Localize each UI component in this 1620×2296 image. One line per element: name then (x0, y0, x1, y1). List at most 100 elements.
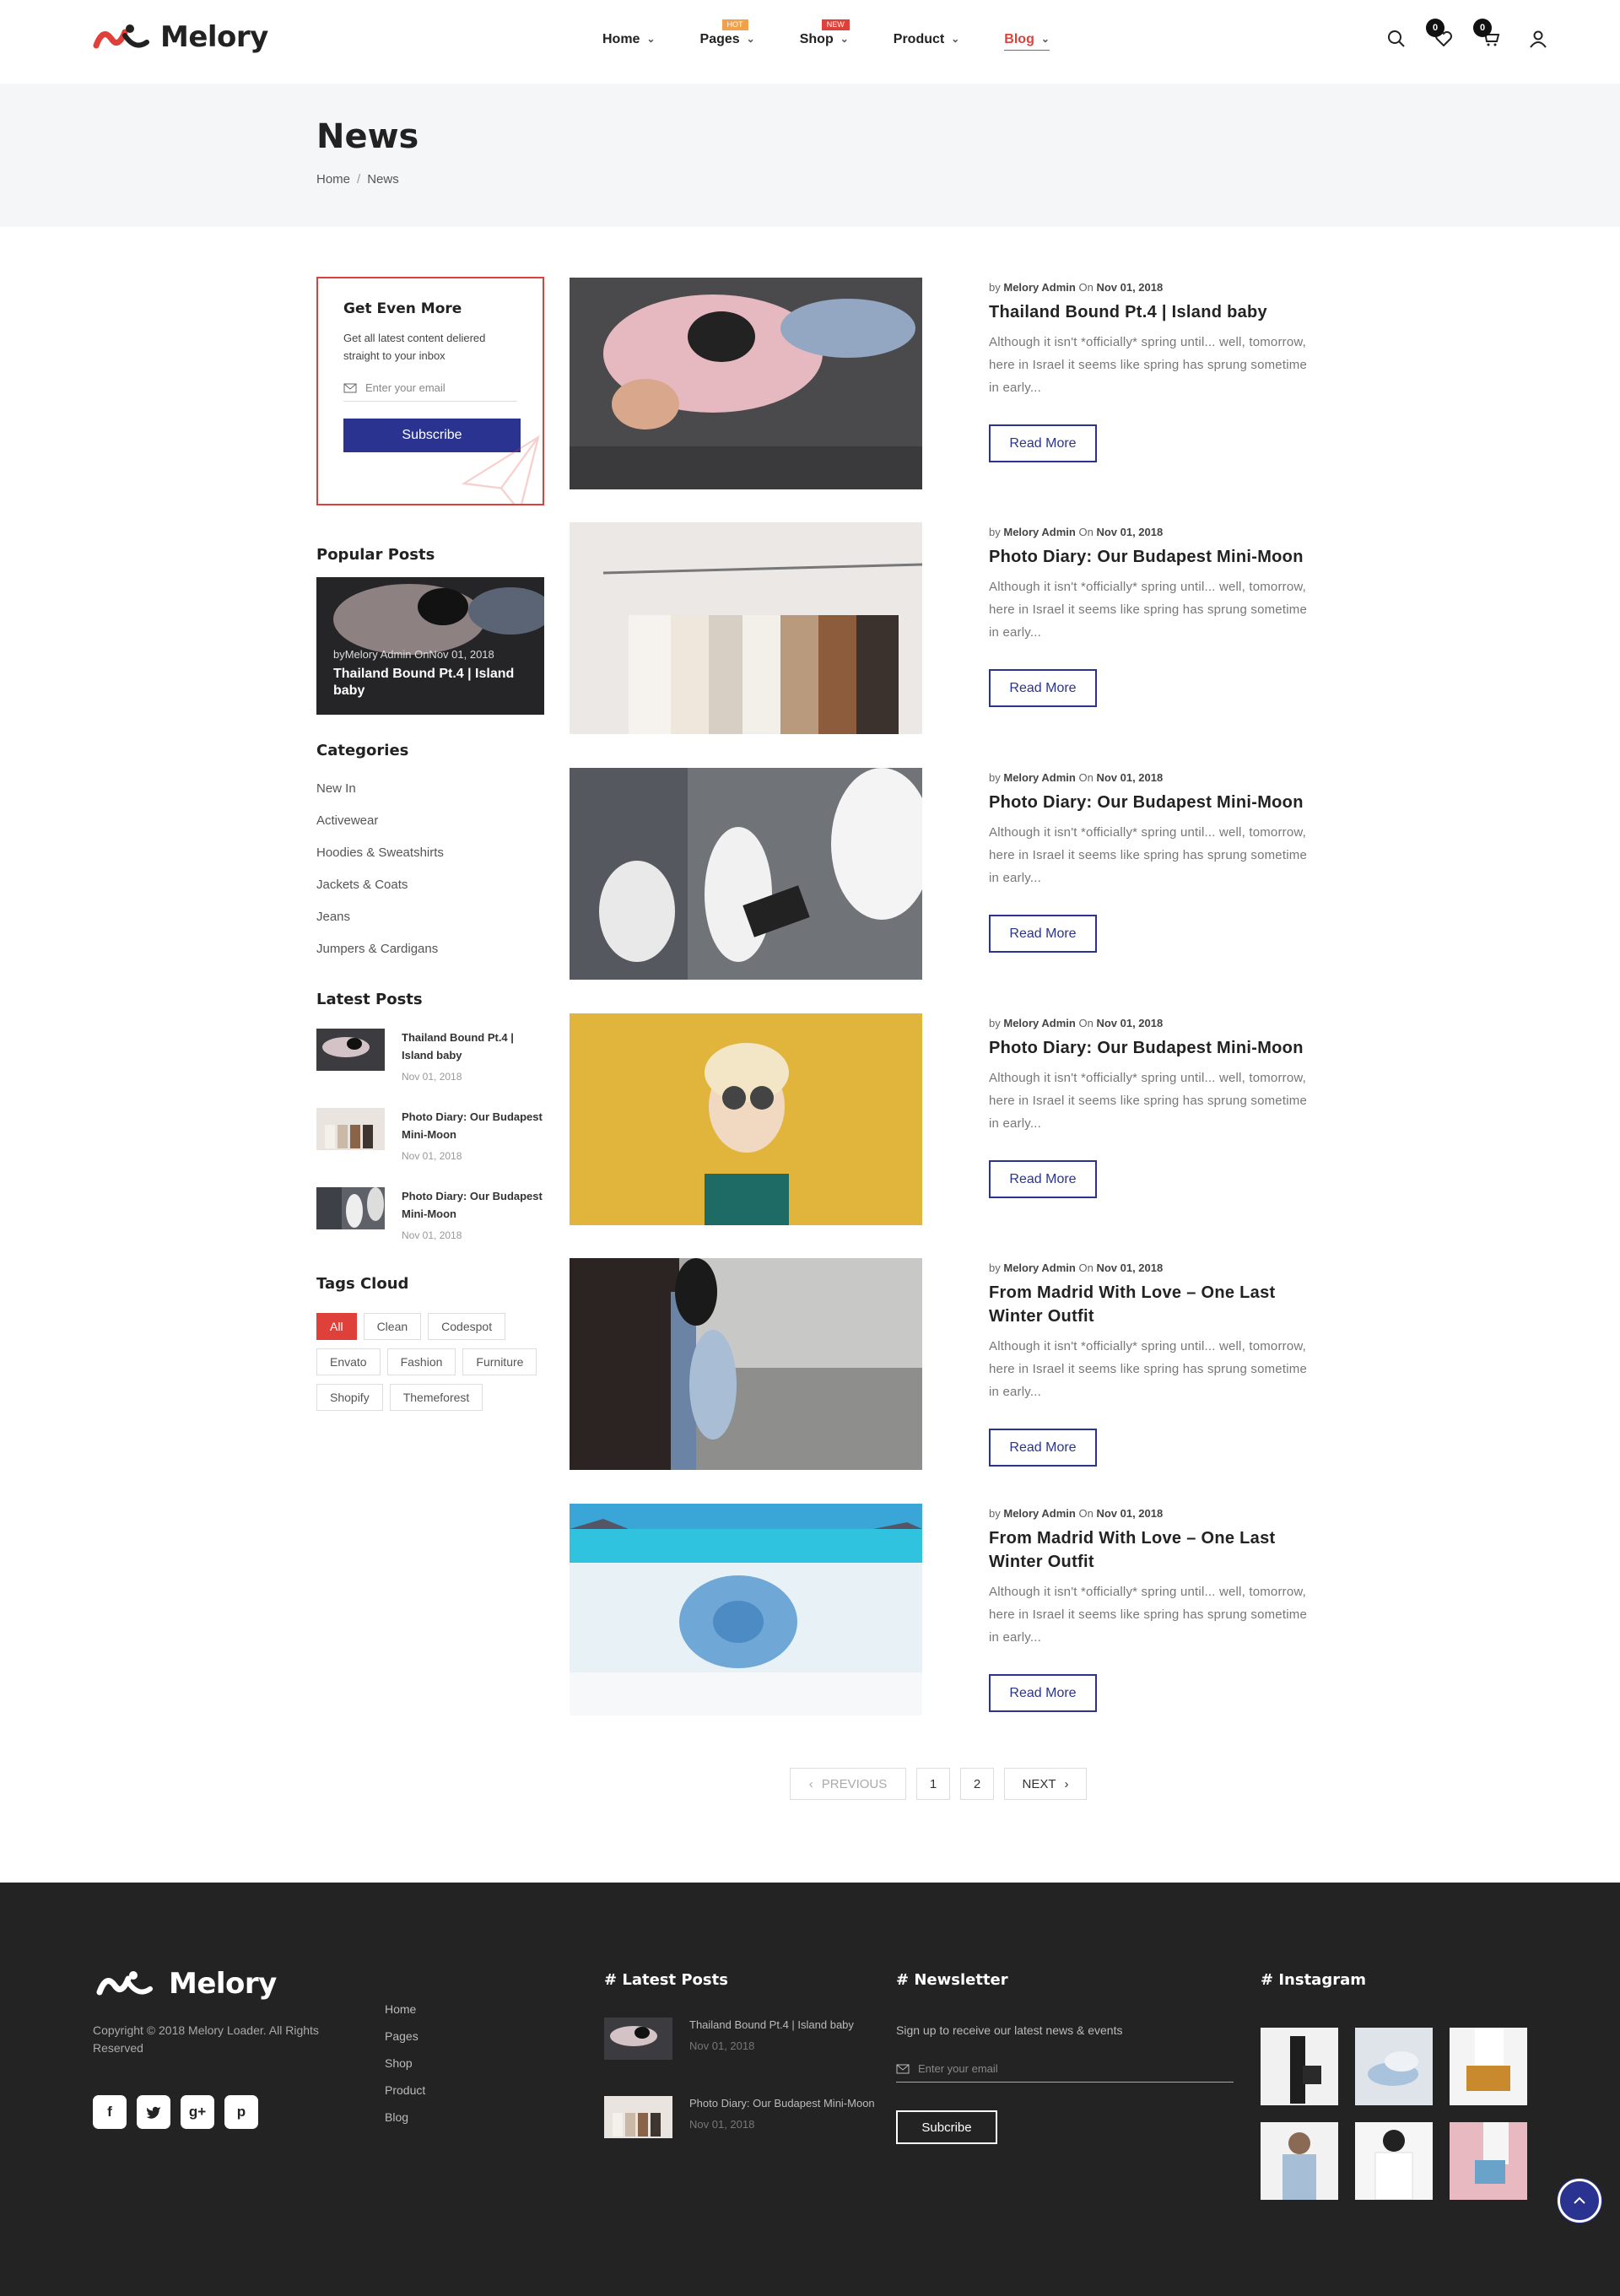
tag-item[interactable]: Envato (316, 1348, 381, 1375)
brand-logo[interactable]: Melory (93, 20, 268, 54)
footer-link[interactable]: Product (385, 2083, 425, 2110)
popular-post-title[interactable]: Thailand Bound Pt.4 | Island baby (333, 666, 527, 700)
subscribe-email-field[interactable]: Enter your email (343, 381, 517, 402)
search-button[interactable] (1384, 26, 1409, 51)
latest-post-title[interactable]: Photo Diary: Our Budapest Mini-Moon (402, 1187, 544, 1223)
nav-blog[interactable]: Blog ⌄ (1004, 32, 1050, 51)
post-author[interactable]: Melory Admin (1003, 1261, 1075, 1274)
latest-post-title[interactable]: Thailand Bound Pt.4 | Island baby (402, 1029, 544, 1064)
footer-logo[interactable]: Melory (93, 1967, 277, 2001)
tag-item[interactable]: Codespot (428, 1313, 506, 1340)
paper-plane-icon (461, 435, 540, 504)
footer-link[interactable]: Pages (385, 2029, 425, 2056)
read-more-button[interactable]: Read More (989, 424, 1097, 462)
footer-post-thumb (604, 2096, 672, 2138)
category-item[interactable]: Jeans (316, 910, 544, 942)
instagram-photo[interactable] (1261, 2122, 1338, 2200)
read-more-button[interactable]: Read More (989, 1429, 1097, 1467)
category-item[interactable]: Hoodies & Sweatshirts (316, 845, 544, 878)
post-author[interactable]: Melory Admin (1003, 771, 1075, 784)
instagram-photo[interactable] (1450, 2122, 1527, 2200)
category-item[interactable]: Jackets & Coats (316, 878, 544, 910)
blog-post: by Melory Admin On Nov 01, 2018 Photo Di… (570, 768, 1307, 980)
post-author[interactable]: Melory Admin (1003, 526, 1075, 538)
post-image[interactable] (570, 522, 922, 734)
page-number[interactable]: 2 (960, 1768, 994, 1800)
post-image[interactable] (570, 278, 922, 489)
instagram-photo[interactable] (1355, 2028, 1433, 2105)
post-image[interactable] (570, 1258, 922, 1470)
tag-item[interactable]: Fashion (386, 1348, 456, 1375)
pinterest-icon[interactable]: p (224, 2095, 258, 2129)
instagram-photo[interactable] (1261, 2028, 1338, 2105)
twitter-icon[interactable] (137, 2095, 170, 2129)
read-more-button[interactable]: Read More (989, 1160, 1097, 1198)
previous-page-button[interactable]: ‹ PREVIOUS (790, 1768, 906, 1800)
user-icon (1530, 30, 1547, 48)
chevron-down-icon: ⌄ (840, 33, 849, 45)
instagram-photo[interactable] (1355, 2122, 1433, 2200)
category-item[interactable]: New In (316, 781, 544, 813)
page-number[interactable]: 1 (916, 1768, 950, 1800)
latest-post-thumb (316, 1029, 385, 1071)
post-title[interactable]: From Madrid With Love – One Last Winter … (989, 1526, 1310, 1574)
latest-post-item[interactable]: Photo Diary: Our Budapest Mini-Moon Nov 0… (316, 1108, 544, 1162)
wishlist-button[interactable]: 0 (1426, 19, 1456, 51)
post-title[interactable]: Thailand Bound Pt.4 | Island baby (989, 300, 1310, 324)
tag-item[interactable]: Themeforest (389, 1384, 483, 1411)
read-more-button[interactable]: Read More (989, 669, 1097, 707)
google-plus-icon[interactable]: g+ (181, 2095, 214, 2129)
post-excerpt: Although it isn't *officially* spring un… (989, 1585, 1307, 1645)
post-meta: by Melory Admin On Nov 01, 2018 (989, 1017, 1310, 1029)
post-title[interactable]: Photo Diary: Our Budapest Mini-Moon (989, 545, 1310, 569)
post-image[interactable] (570, 1504, 922, 1715)
post-title[interactable]: From Madrid With Love – One Last Winter … (989, 1281, 1310, 1328)
search-icon (1388, 30, 1405, 47)
category-item[interactable]: Activewear (316, 813, 544, 845)
footer-post-title[interactable]: Thailand Bound Pt.4 | Island baby (689, 2018, 854, 2033)
read-more-button[interactable]: Read More (989, 915, 1097, 953)
footer-link[interactable]: Home (385, 2002, 425, 2029)
tag-item[interactable]: Clean (363, 1313, 422, 1340)
meta-by: by (989, 1261, 1001, 1274)
post-image[interactable] (570, 1013, 922, 1225)
latest-post-thumb (316, 1187, 385, 1229)
latest-post-item[interactable]: Photo Diary: Our Budapest Mini-Moon Nov 0… (316, 1187, 544, 1241)
footer-post-title[interactable]: Photo Diary: Our Budapest Mini-Moon (689, 2096, 875, 2111)
post-title[interactable]: Photo Diary: Our Budapest Mini-Moon (989, 791, 1310, 814)
footer-latest-post[interactable]: Thailand Bound Pt.4 | Island baby Nov 01,… (604, 2018, 883, 2060)
footer-link[interactable]: Blog (385, 2110, 425, 2137)
latest-post-item[interactable]: Thailand Bound Pt.4 | Island baby Nov 01,… (316, 1029, 544, 1083)
newsletter-subscribe-button[interactable]: Subcribe (896, 2110, 997, 2144)
tag-item[interactable]: Shopify (316, 1384, 383, 1411)
chevron-right-icon: › (1064, 1776, 1069, 1791)
nav-pages[interactable]: HOT Pages ⌄ (700, 19, 755, 47)
popular-post-card[interactable]: byMelory Admin OnNov 01, 2018 Thailand B… (316, 577, 544, 715)
instagram-photo[interactable] (1450, 2028, 1527, 2105)
nav-shop[interactable]: NEW Shop ⌄ (800, 19, 850, 47)
post-meta: by Melory Admin On Nov 01, 2018 (989, 771, 1310, 784)
latest-post-title[interactable]: Photo Diary: Our Budapest Mini-Moon (402, 1108, 544, 1143)
post-author[interactable]: Melory Admin (1003, 1507, 1075, 1520)
back-to-top-button[interactable] (1558, 2179, 1601, 2223)
post-author[interactable]: Melory Admin (1003, 1017, 1075, 1029)
cart-button[interactable]: 0 (1473, 19, 1504, 51)
nav-product[interactable]: Product ⌄ (894, 32, 960, 47)
nav-home[interactable]: Home ⌄ (602, 32, 656, 47)
read-more-button[interactable]: Read More (989, 1674, 1097, 1712)
facebook-icon[interactable]: f (93, 2095, 127, 2129)
footer-link[interactable]: Shop (385, 2056, 425, 2083)
footer-latest-post[interactable]: Photo Diary: Our Budapest Mini-Moon Nov 0… (604, 2096, 883, 2138)
post-title[interactable]: Photo Diary: Our Budapest Mini-Moon (989, 1036, 1310, 1060)
category-item[interactable]: Jumpers & Cardigans (316, 942, 544, 974)
post-excerpt: Although it isn't *officially* spring un… (989, 335, 1307, 395)
account-button[interactable] (1526, 26, 1551, 51)
tag-all[interactable]: All (316, 1313, 357, 1340)
post-image[interactable] (570, 768, 922, 980)
tag-item[interactable]: Furniture (462, 1348, 537, 1375)
newsletter-email-field[interactable]: Enter your email (896, 2062, 1234, 2083)
footer-instagram-heading: # Instagram (1261, 1971, 1366, 1989)
breadcrumb-home[interactable]: Home (316, 172, 350, 186)
next-page-button[interactable]: NEXT › (1004, 1768, 1087, 1800)
post-author[interactable]: Melory Admin (1003, 281, 1075, 294)
